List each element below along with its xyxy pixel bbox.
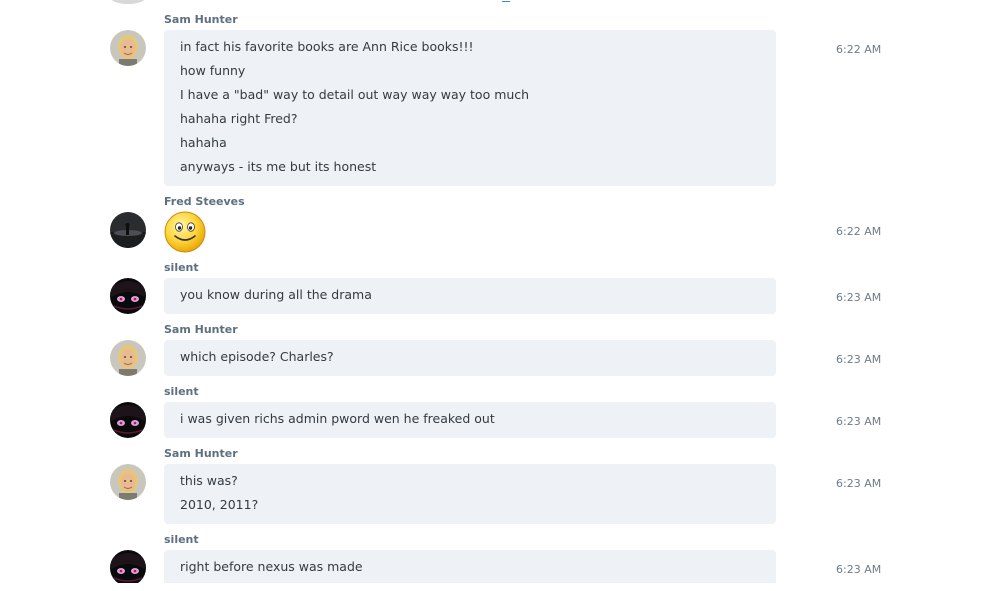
sam-avatar[interactable] [110, 30, 146, 66]
sender-name: Sam Hunter [164, 447, 238, 460]
sender-name: Sam Hunter [164, 13, 238, 26]
timestamp: 6:23 AM [836, 291, 882, 304]
timestamp: 6:23 AM [836, 415, 882, 428]
message-bubble: you know during all the drama [164, 278, 776, 314]
sam-avatar[interactable] [110, 340, 146, 376]
message-text: you know during all the drama [180, 287, 372, 302]
sender-name: silent [164, 385, 199, 398]
silent-avatar[interactable] [110, 278, 146, 314]
fred-avatar[interactable] [110, 212, 146, 248]
link-underline-fragment [502, 0, 510, 2]
sender-name: silent [164, 261, 199, 274]
silent-avatar[interactable] [110, 402, 146, 438]
message-text: 2010, 2011? [180, 497, 259, 512]
message-text: hahaha [180, 135, 227, 150]
message-bubble: this was? 2010, 2011? [164, 464, 776, 524]
sender-name: Fred Steeves [164, 195, 245, 208]
sam-avatar[interactable] [110, 464, 146, 500]
message-text: I have a "bad" way to detail out way way… [180, 87, 530, 102]
chat-history: Sam Hunter in fact his favorite books ar… [0, 0, 987, 583]
avatar-partial [110, 0, 146, 4]
message-text: right before nexus was made [180, 559, 363, 574]
timestamp: 6:23 AM [836, 563, 882, 576]
timestamp: 6:23 AM [836, 353, 882, 366]
sender-name: Sam Hunter [164, 323, 238, 336]
message-text: anyways - its me but its honest [180, 159, 377, 174]
message-bubble: which episode? Charles? [164, 340, 776, 376]
timestamp: 6:22 AM [836, 43, 882, 56]
timestamp: 6:23 AM [836, 477, 882, 490]
message-bubble: in fact his favorite books are Ann Rice … [164, 30, 776, 186]
smile-emoticon [164, 211, 206, 257]
message-bubble: i was given richs admin pword wen he fre… [164, 402, 776, 438]
message-bubble: right before nexus was made [164, 550, 776, 583]
timestamp: 6:22 AM [836, 225, 882, 238]
message-text: how funny [180, 63, 246, 78]
message-text: which episode? Charles? [180, 349, 334, 364]
message-text: this was? [180, 473, 238, 488]
message-text: i was given richs admin pword wen he fre… [180, 411, 495, 426]
sender-name: silent [164, 533, 199, 546]
silent-avatar[interactable] [110, 550, 146, 583]
message-text: in fact his favorite books are Ann Rice … [180, 39, 474, 54]
message-text: hahaha right Fred? [180, 111, 298, 126]
